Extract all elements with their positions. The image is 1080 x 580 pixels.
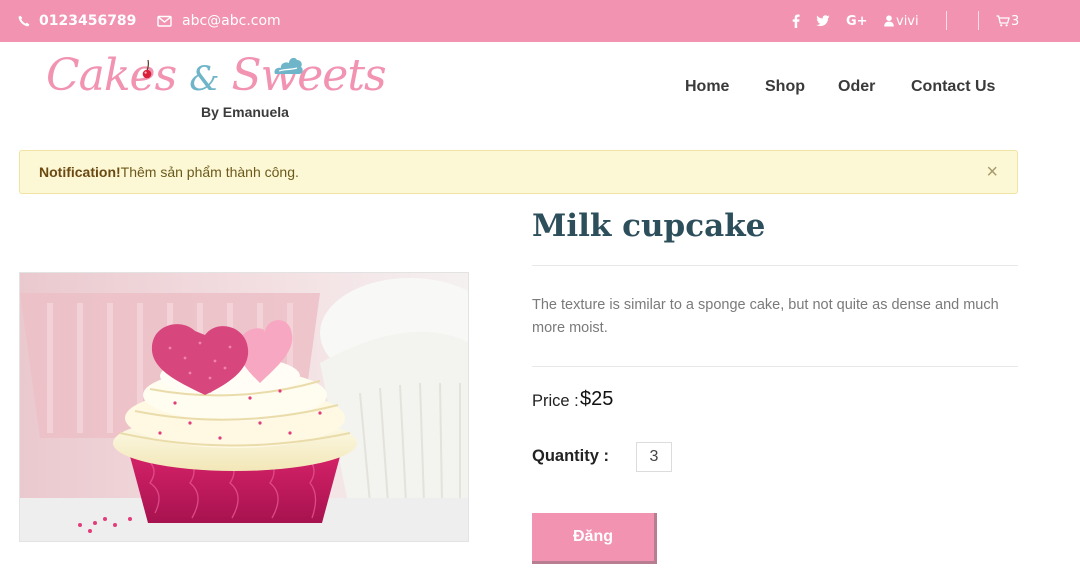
cupcake-illustration bbox=[20, 273, 468, 541]
price-label: Price : bbox=[532, 392, 579, 410]
divider bbox=[532, 265, 1018, 266]
user-account[interactable]: vivi bbox=[884, 0, 919, 42]
cart-button[interactable]: 3 bbox=[996, 0, 1019, 42]
logo-ampersand: & bbox=[189, 59, 219, 99]
submit-button[interactable]: Đăng bbox=[532, 513, 657, 564]
topbar-divider bbox=[978, 11, 979, 30]
cherry-icon bbox=[142, 59, 152, 79]
logo-title: Cakes & Sweets bbox=[46, 50, 387, 101]
frosting-icon bbox=[274, 57, 303, 74]
topbar-divider bbox=[946, 11, 947, 30]
cart-count: 3 bbox=[1011, 13, 1020, 29]
envelope-icon bbox=[157, 15, 172, 27]
twitter-icon[interactable] bbox=[816, 0, 830, 42]
alert-title: Notification! bbox=[39, 164, 121, 180]
google-plus-icon[interactable]: G+ bbox=[846, 0, 868, 42]
google-plus-text: G+ bbox=[846, 13, 868, 29]
email-contact[interactable]: abc@abc.com bbox=[157, 0, 281, 42]
user-icon bbox=[884, 15, 894, 27]
phone-number: 0123456789 bbox=[39, 13, 137, 29]
user-name: vivi bbox=[896, 13, 919, 29]
logo-subtitle: By Emanuela bbox=[201, 104, 289, 120]
product-description: The texture is similar to a sponge cake,… bbox=[532, 297, 999, 336]
quantity-input[interactable] bbox=[636, 442, 672, 472]
nav-home[interactable]: Home bbox=[685, 76, 729, 98]
logo-word-cakes: Cakes bbox=[46, 50, 177, 101]
divider bbox=[532, 366, 1018, 367]
facebook-icon[interactable] bbox=[792, 0, 800, 42]
close-icon[interactable]: × bbox=[986, 162, 998, 182]
nav-contact-us[interactable]: Contact Us bbox=[911, 76, 995, 98]
phone-icon bbox=[18, 15, 30, 27]
email-address: abc@abc.com bbox=[182, 13, 281, 29]
cart-icon bbox=[996, 15, 1010, 27]
top-bar: 0123456789 abc@abc.com G+ vivi 3 bbox=[0, 0, 1080, 42]
nav-oder[interactable]: Oder bbox=[838, 76, 875, 98]
price-value: $25 bbox=[580, 388, 614, 410]
product-title: Milk cupcake bbox=[532, 208, 766, 244]
product-image bbox=[19, 272, 469, 542]
phone-contact[interactable]: 0123456789 bbox=[18, 0, 136, 42]
quantity-label: Quantity : bbox=[532, 447, 609, 465]
site-logo[interactable]: Cakes & Sweets By Emanuela bbox=[46, 50, 387, 125]
alert-message: Thêm sản phẩm thành công. bbox=[120, 164, 299, 180]
logo-word-sweets: Sweets bbox=[231, 50, 386, 101]
notification-alert: Notification! Thêm sản phẩm thành công. × bbox=[19, 150, 1018, 194]
nav-shop[interactable]: Shop bbox=[765, 76, 805, 98]
